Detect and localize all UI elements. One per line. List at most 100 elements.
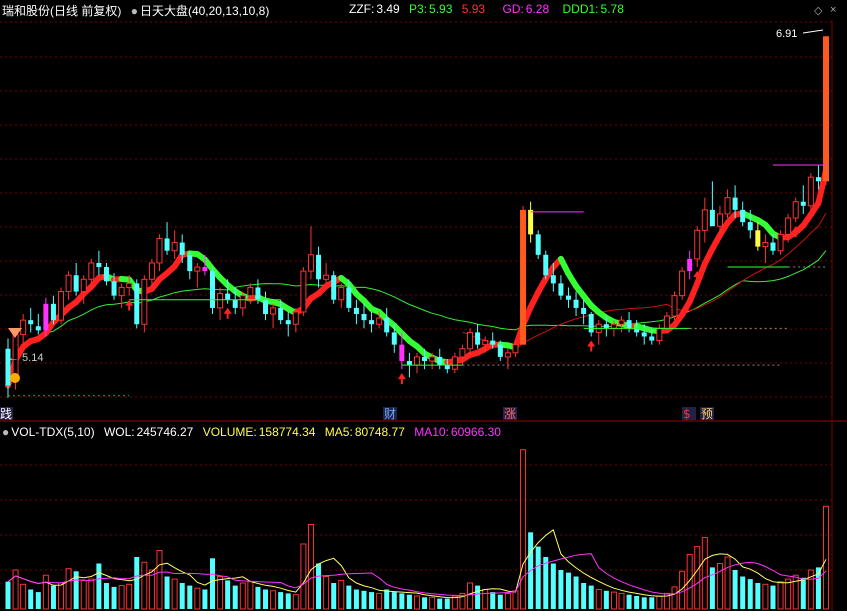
- candle-body-up: [20, 319, 27, 335]
- candle-body-up: [512, 344, 519, 354]
- candle-body-down: [497, 344, 503, 357]
- volume-bar-down: [581, 583, 587, 609]
- candle-body-down: [490, 340, 496, 345]
- vol-circle-icon[interactable]: ●: [2, 425, 9, 439]
- volume-bar-down: [202, 589, 208, 609]
- candle-body-down: [444, 365, 450, 370]
- volume-bar-down: [444, 598, 450, 609]
- volume-bar-down: [346, 585, 352, 609]
- candle-body-down: [255, 287, 261, 300]
- zzf-value: 3.49: [376, 2, 400, 16]
- volume-bar-down: [565, 572, 571, 609]
- volume-bar-down: [96, 563, 102, 609]
- candle-body-up: [323, 274, 330, 280]
- vol-name[interactable]: VOL-TDX(5,10): [11, 425, 94, 439]
- candle-body-down: [626, 320, 632, 329]
- diamond-icon[interactable]: ◇: [814, 4, 822, 17]
- volume-bar-down: [210, 558, 215, 609]
- volume-bar-down: [179, 583, 185, 609]
- candle-body-down: [179, 242, 185, 255]
- candle-body-up: [194, 266, 201, 272]
- candle-body-up: [785, 217, 792, 235]
- candle-body-down: [391, 332, 397, 345]
- candle-body-up: [88, 262, 95, 280]
- candle-body-up: [141, 278, 148, 325]
- indicator-params: (40,20,13,10,8): [187, 4, 270, 18]
- candle-body-down: [331, 275, 337, 300]
- ma5-value: 80748.77: [354, 425, 405, 439]
- volume-bar-down: [422, 597, 428, 609]
- candle-body-down: [111, 281, 117, 296]
- candle-body-down: [210, 271, 215, 308]
- candle-body-down: [384, 318, 390, 333]
- candle-body-down: [134, 283, 140, 325]
- event-marker: 涨: [504, 406, 516, 421]
- ma10-label: MA10:: [414, 425, 449, 439]
- candle-body-down: [346, 287, 352, 308]
- candle-body-up: [482, 340, 489, 346]
- volume-bar-down: [103, 583, 109, 609]
- volume-bar-down: [588, 585, 594, 609]
- kline-chart[interactable]: 6.91 ← 5.14 践 财 涨 $ 预: [0, 0, 847, 611]
- candle-body-up: [80, 278, 87, 293]
- volume-bar-down: [278, 592, 284, 609]
- volume-bar-down: [543, 557, 549, 609]
- candle-body-down: [770, 242, 776, 251]
- volume-bar-down: [573, 576, 579, 609]
- wol-label: WOL:: [103, 425, 135, 439]
- volume-bar-down: [626, 594, 632, 609]
- candle-body-up: [300, 270, 307, 313]
- candle-body-down: [543, 254, 549, 276]
- candle-body-up: [823, 36, 829, 182]
- candle-body-up: [270, 307, 277, 315]
- candle-body-up: [118, 286, 125, 297]
- candle-body-up: [292, 311, 299, 325]
- event-marker: 预: [701, 407, 713, 421]
- period-label[interactable]: (日线 前复权): [50, 4, 121, 18]
- candle-body-down: [361, 314, 367, 321]
- p3-value: 5.93: [429, 2, 453, 16]
- gd-value: 6.28: [525, 2, 550, 16]
- main-header: 瑞和股份(日线 前复权) ● 日天大盘(40,20,13,10,8): [2, 2, 275, 20]
- volume-bar-down: [649, 597, 655, 609]
- candle-body-up: [610, 323, 617, 329]
- candle-body-down: [202, 267, 208, 272]
- candle-body-down: [565, 295, 571, 300]
- zzf-label: ZZF:: [349, 2, 375, 16]
- volume-bar-down: [331, 583, 337, 609]
- candle-body-up: [792, 201, 799, 219]
- candle-body-down: [28, 320, 34, 325]
- volume-bar-down: [225, 580, 231, 609]
- close-icon[interactable]: ×: [830, 4, 836, 16]
- indicator-name[interactable]: 日天大盘: [140, 4, 188, 18]
- candle-body-down: [96, 262, 102, 268]
- high-price-label: 6.91: [776, 28, 797, 40]
- volume-bar-down: [535, 546, 541, 609]
- candle-body-down: [399, 344, 405, 361]
- volume-bar-down: [353, 589, 359, 609]
- volume-bar-down: [35, 592, 41, 609]
- candle-body-down: [437, 356, 443, 366]
- wol-value: 245746.27: [136, 425, 194, 439]
- volume-bar-down: [437, 598, 443, 609]
- volume-bar-down: [747, 579, 753, 609]
- candle-body-down: [747, 222, 753, 231]
- coin-icon: [10, 373, 20, 383]
- candle-body-down: [316, 254, 322, 280]
- volume-bar-down: [28, 589, 34, 609]
- candle-body-up: [451, 356, 458, 370]
- candle-body-down: [732, 197, 738, 210]
- indicator-circle-icon[interactable]: ●: [131, 4, 138, 18]
- volume-bar-down: [384, 589, 390, 609]
- volume-bar-down: [263, 589, 269, 609]
- candle-body-up: [247, 286, 254, 297]
- candle-body-up: [724, 197, 731, 215]
- volume-bar-down: [164, 576, 170, 609]
- stock-name[interactable]: 瑞和股份: [2, 4, 50, 18]
- volume-bar-down: [399, 593, 405, 609]
- ma10-value: 60966.30: [450, 425, 501, 439]
- candle-body-down: [278, 307, 284, 321]
- candle-body-down: [422, 356, 428, 361]
- candle-body-up: [459, 348, 466, 358]
- candle-body-down: [475, 332, 481, 345]
